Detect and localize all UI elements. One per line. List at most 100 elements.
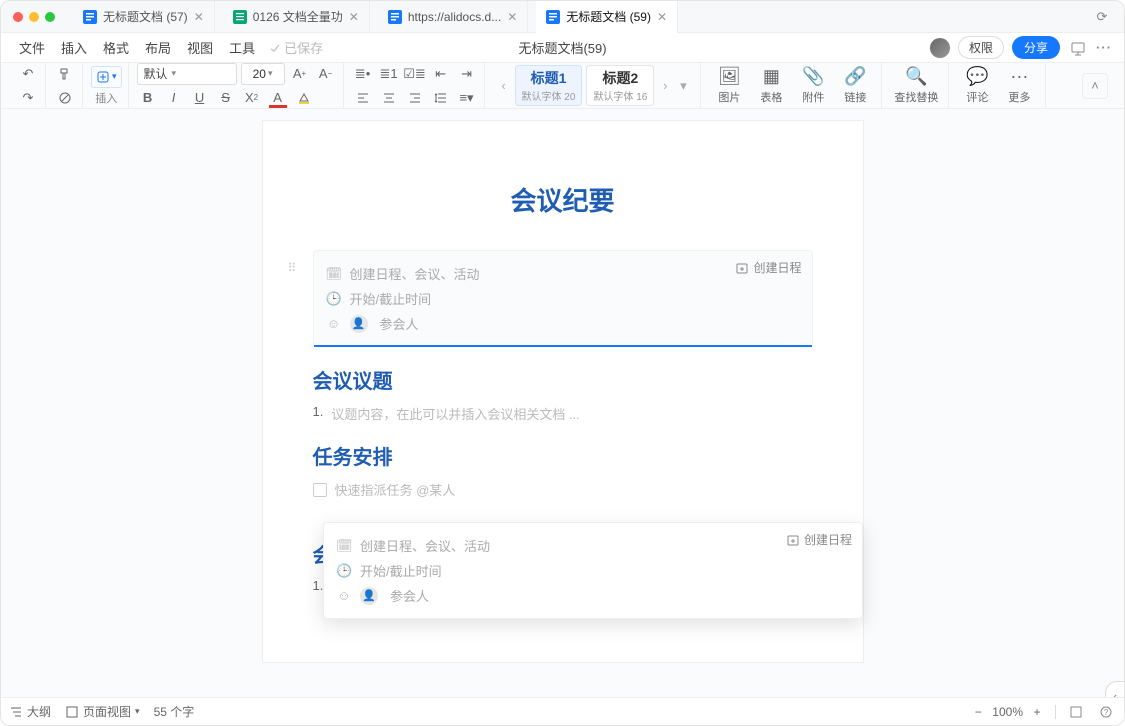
- avatar[interactable]: [930, 38, 950, 58]
- zoom-out-button[interactable]: −: [970, 704, 986, 720]
- document-title[interactable]: 无标题文档(59): [518, 38, 606, 57]
- insert-image-button[interactable]: 🖼图片: [709, 66, 749, 105]
- menu-layout[interactable]: 布局: [139, 36, 177, 59]
- scroll-left-button[interactable]: ‹: [497, 68, 511, 104]
- style-expand-button[interactable]: ▾: [676, 68, 690, 104]
- list-number: 1.: [313, 404, 324, 423]
- increase-font-button[interactable]: A+: [289, 63, 311, 85]
- tab-doc-59[interactable]: 无标题文档 (59) ✕: [536, 1, 678, 33]
- paragraph-spacing-button[interactable]: ≡▾: [456, 87, 478, 109]
- floating-meeting-card[interactable]: 创建日程 🗓创建日程、会议、活动 🕒开始/截止时间 ☺👤参会人: [323, 522, 863, 619]
- create-schedule-button[interactable]: 创建日程: [786, 531, 852, 548]
- doc-title[interactable]: 会议纪要: [313, 181, 813, 218]
- numbered-list-button[interactable]: ≣1: [378, 63, 400, 85]
- insert-table-button[interactable]: ▦表格: [751, 66, 791, 105]
- permission-button[interactable]: 权限: [958, 36, 1004, 59]
- card-text[interactable]: 参会人: [380, 314, 419, 333]
- insert-attachment-button[interactable]: 📎附件: [793, 66, 833, 105]
- format-painter-icon[interactable]: [54, 63, 76, 85]
- align-right-button[interactable]: [404, 87, 426, 109]
- close-tab-icon[interactable]: ✕: [507, 10, 517, 24]
- font-size-select[interactable]: 20 ▾: [241, 63, 285, 85]
- align-left-button[interactable]: [352, 87, 374, 109]
- underline-button[interactable]: U: [189, 87, 211, 109]
- menu-format[interactable]: 格式: [97, 36, 135, 59]
- more-tools-button[interactable]: ···更多: [999, 66, 1039, 105]
- checklist-button[interactable]: ☑≣: [404, 63, 426, 85]
- reload-icon[interactable]: ⟳: [1092, 7, 1112, 27]
- clear-format-icon[interactable]: [54, 87, 76, 109]
- font-select[interactable]: 默认 ▾: [137, 63, 237, 85]
- style-heading2[interactable]: 标题2 默认字体 16: [586, 65, 654, 106]
- close-tab-icon[interactable]: ✕: [194, 10, 204, 24]
- attachment-icon: 📎: [802, 66, 824, 87]
- card-text[interactable]: 创建日程、会议、活动: [350, 264, 480, 283]
- outline-toggle[interactable]: 大纲: [9, 703, 51, 720]
- bold-button[interactable]: B: [137, 87, 159, 109]
- card-text[interactable]: 开始/截止时间: [350, 289, 432, 308]
- collapse-toolbar-button[interactable]: ˄: [1082, 73, 1108, 99]
- scroll-right-button[interactable]: ›: [658, 68, 672, 104]
- italic-button[interactable]: I: [163, 87, 185, 109]
- maximize-window-button[interactable]: [45, 12, 55, 22]
- decrease-font-button[interactable]: A−: [315, 63, 337, 85]
- help-icon[interactable]: ?: [1096, 702, 1116, 722]
- font-color-button[interactable]: A: [267, 87, 289, 109]
- more-menu[interactable]: ···: [1096, 40, 1112, 55]
- word-count[interactable]: 55 个字: [154, 703, 195, 720]
- line-spacing-button[interactable]: [430, 87, 452, 109]
- style-heading1[interactable]: 标题1 默认字体 20: [515, 65, 583, 106]
- canvas: 会议纪要 ⠿ 创建日程 🗓创建日程、会议、活动 🕒开始/截止时间 ☺👤参会人 会…: [1, 109, 1124, 697]
- menu-view[interactable]: 视图: [181, 36, 219, 59]
- highlight-color-button[interactable]: [293, 87, 315, 109]
- cloud-check-icon: [269, 42, 281, 54]
- link-icon: 🔗: [844, 66, 866, 87]
- style-sub: 默认字体 16: [593, 88, 647, 103]
- align-center-button[interactable]: [378, 87, 400, 109]
- heading-agenda[interactable]: 会议议题: [313, 365, 813, 394]
- drag-handle-icon[interactable]: ⠿: [288, 261, 297, 275]
- style-scroller: ‹ 标题1 默认字体 20 标题2 默认字体 16 › ▾: [493, 65, 695, 106]
- bulleted-list-button[interactable]: ≣•: [352, 63, 374, 85]
- close-tab-icon[interactable]: ✕: [657, 10, 667, 24]
- create-schedule-label: 创建日程: [804, 531, 852, 548]
- tab-sheet-0126[interactable]: 0126 文档全量功 ✕: [223, 1, 370, 33]
- menu-file[interactable]: 文件: [13, 36, 51, 59]
- card-text[interactable]: 参会人: [390, 586, 429, 605]
- tab-url[interactable]: https://alidocs.d... ✕: [378, 1, 528, 33]
- task-item[interactable]: 快速指派任务 @某人: [313, 480, 813, 499]
- card-text[interactable]: 创建日程、会议、活动: [360, 536, 490, 555]
- card-text[interactable]: 开始/截止时间: [360, 561, 442, 580]
- side-panel-toggle[interactable]: ‹: [1105, 681, 1124, 697]
- insert-dropdown[interactable]: ▾: [91, 66, 122, 88]
- close-window-button[interactable]: [13, 12, 23, 22]
- present-icon[interactable]: [1068, 38, 1088, 58]
- superscript-button[interactable]: X2: [241, 87, 263, 109]
- checkbox[interactable]: [313, 483, 327, 497]
- close-tab-icon[interactable]: ✕: [349, 10, 359, 24]
- tab-doc-57[interactable]: 无标题文档 (57) ✕: [73, 1, 215, 33]
- avatar-placeholder-icon: 👤: [350, 315, 368, 333]
- agenda-item[interactable]: 1. 议题内容，在此可以并插入会议相关文档 ...: [313, 404, 813, 423]
- menu-insert[interactable]: 插入: [55, 36, 93, 59]
- create-schedule-button[interactable]: 创建日程: [735, 259, 801, 276]
- agenda-placeholder[interactable]: 议题内容，在此可以并插入会议相关文档 ...: [331, 404, 579, 423]
- strike-button[interactable]: S: [215, 87, 237, 109]
- undo-button[interactable]: ↶: [17, 63, 39, 85]
- indent-increase-button[interactable]: ⇥: [456, 63, 478, 85]
- redo-button[interactable]: ↷: [17, 87, 39, 109]
- heading-tasks[interactable]: 任务安排: [313, 441, 813, 470]
- comment-button[interactable]: 💬评论: [957, 66, 997, 105]
- fullscreen-icon[interactable]: [1066, 702, 1086, 722]
- minimize-window-button[interactable]: [29, 12, 39, 22]
- task-placeholder[interactable]: 快速指派任务 @某人: [335, 480, 456, 499]
- find-replace-button[interactable]: 🔍查找替换: [890, 66, 942, 105]
- page-view-toggle[interactable]: 页面视图▾: [65, 703, 140, 720]
- meeting-card[interactable]: ⠿ 创建日程 🗓创建日程、会议、活动 🕒开始/截止时间 ☺👤参会人: [313, 250, 813, 347]
- zoom-in-button[interactable]: +: [1029, 704, 1045, 720]
- share-button[interactable]: 分享: [1012, 36, 1060, 59]
- insert-link-button[interactable]: 🔗链接: [835, 66, 875, 105]
- menu-tools[interactable]: 工具: [223, 36, 261, 59]
- indent-decrease-button[interactable]: ⇤: [430, 63, 452, 85]
- status-bar: 大纲 页面视图▾ 55 个字 − 100% + ?: [1, 697, 1124, 725]
